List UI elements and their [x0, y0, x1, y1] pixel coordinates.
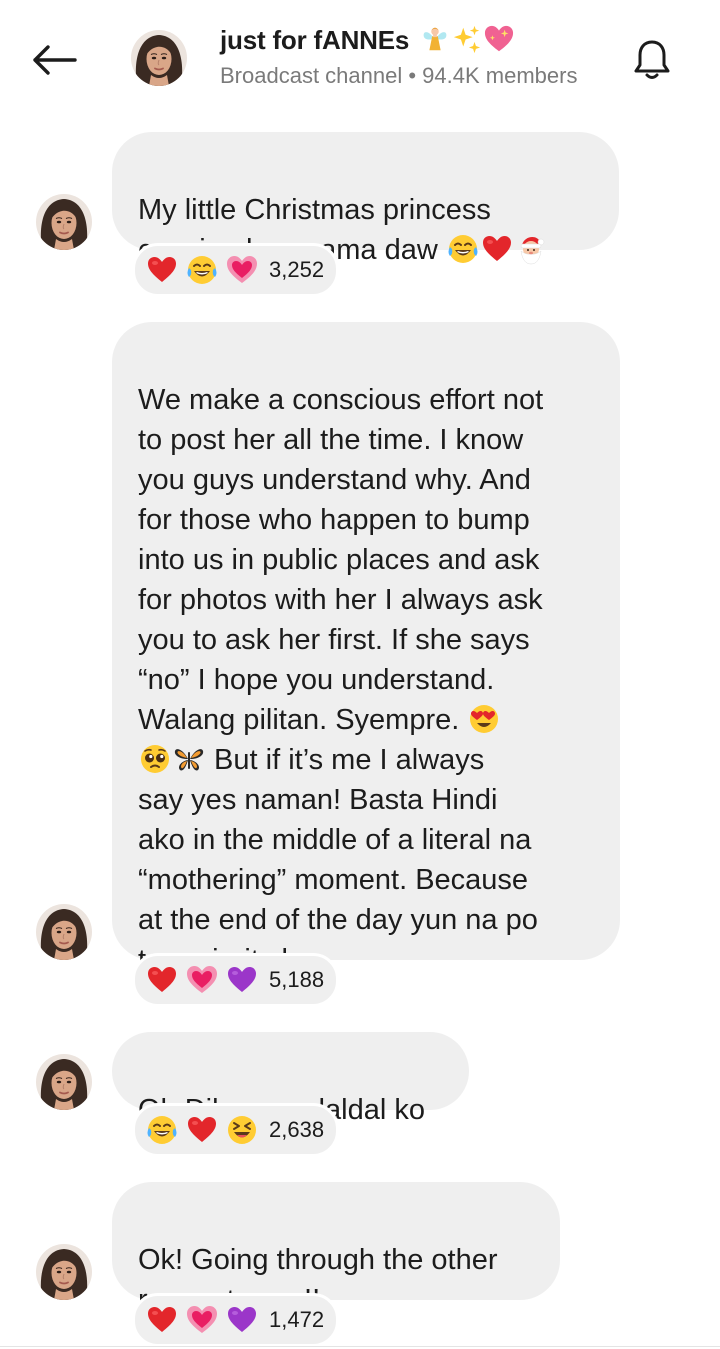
notifications-button[interactable]: [624, 32, 680, 88]
red-heart-icon: [145, 1303, 179, 1337]
fairy-icon: [420, 24, 450, 54]
reaction-count: 3,252: [269, 257, 325, 282]
channel-name: just for fANNEs: [220, 25, 410, 55]
back-button[interactable]: [24, 36, 84, 84]
channel-title[interactable]: just for fANNEs: [220, 24, 515, 56]
message-bubble[interactable]: Oh Diba ang daldal ko: [112, 1032, 469, 1126]
purple-heart-icon: [225, 1303, 259, 1337]
sparkling-heart-icon: [484, 24, 514, 54]
reaction-count: 2,638: [269, 1117, 325, 1142]
joy-icon: [447, 233, 479, 265]
red-heart-icon: [145, 963, 179, 997]
santa-icon: [515, 233, 547, 265]
joy-icon: [145, 1113, 179, 1147]
growing-heart-icon: [185, 963, 219, 997]
reaction-summary[interactable]: 3,252: [132, 243, 340, 297]
message-text-continued: But if it’s me I always say yes naman! B…: [138, 744, 538, 976]
heart-eyes-icon: [468, 703, 500, 735]
red-heart-icon: [185, 1113, 219, 1147]
growing-heart-icon: [185, 1303, 219, 1337]
arrow-left-icon: [33, 45, 77, 75]
sender-avatar[interactable]: [36, 1244, 92, 1300]
reaction-summary[interactable]: 5,188: [132, 953, 340, 1007]
red-heart-icon: [481, 233, 513, 265]
reaction-summary[interactable]: 2,638: [132, 1103, 340, 1157]
purple-heart-icon: [225, 963, 259, 997]
reaction-summary[interactable]: 1,472: [132, 1293, 340, 1347]
red-heart-icon: [145, 253, 179, 287]
joy-icon: [185, 253, 219, 287]
growing-heart-icon: [225, 253, 259, 287]
sender-avatar[interactable]: [36, 1054, 92, 1110]
channel-subtitle: Broadcast channel • 94.4K members: [220, 63, 578, 88]
laughing-icon: [225, 1113, 259, 1147]
sender-avatar[interactable]: [36, 904, 92, 960]
message-bubble[interactable]: My little Christmas princess copying her…: [112, 132, 619, 266]
channel-header: just for fANNEs Broadcast channel • 94.4…: [0, 0, 720, 118]
sparkles-icon: [452, 24, 482, 54]
message-text: We make a conscious effort not to post h…: [138, 384, 544, 736]
reaction-count: 1,472: [269, 1307, 325, 1332]
pleading-face-icon: [139, 743, 171, 775]
sender-avatar[interactable]: [36, 194, 92, 250]
bell-icon: [634, 40, 670, 79]
channel-avatar[interactable]: [131, 30, 187, 86]
message-bubble[interactable]: Ok! Going through the other requests nyo…: [112, 1182, 560, 1316]
reaction-count: 5,188: [269, 967, 325, 992]
message-bubble[interactable]: We make a conscious effort not to post h…: [112, 322, 620, 976]
butterfly-icon: [173, 743, 205, 775]
bottom-divider: [0, 1346, 720, 1347]
